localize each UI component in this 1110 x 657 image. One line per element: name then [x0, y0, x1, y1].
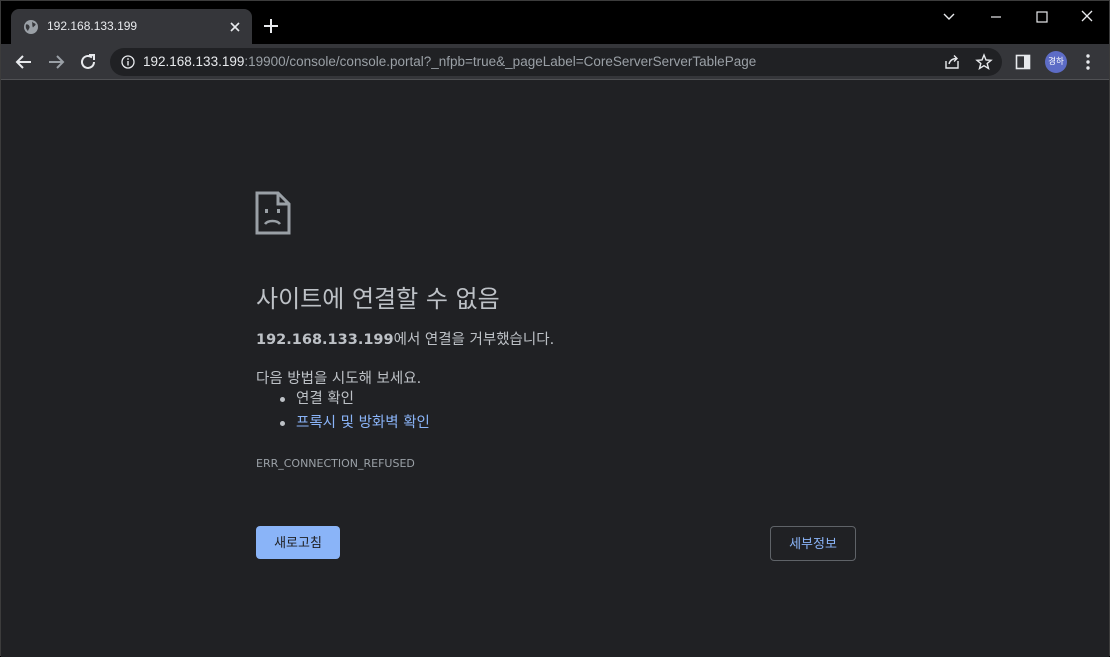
error-title: 사이트에 연결할 수 없음 [256, 285, 500, 313]
suggestion-check-proxy-firewall[interactable]: 프록시 및 방화벽 확인 [256, 413, 430, 437]
tab-active[interactable]: 192.168.133.199 [11, 9, 252, 44]
reload-icon[interactable] [77, 51, 99, 73]
address-bar[interactable]: 192.168.133.199:19900/console/console.po… [110, 48, 1002, 76]
url-text[interactable]: 192.168.133.199:19900/console/console.po… [143, 54, 756, 69]
profile-avatar[interactable]: 경하 [1045, 51, 1067, 73]
sad-document-icon [255, 191, 291, 235]
tab-strip: 192.168.133.199 [1, 1, 1109, 44]
url-host: 192.168.133.199 [143, 54, 245, 69]
new-tab-icon[interactable] [261, 16, 281, 36]
reload-button[interactable]: 새로고침 [256, 526, 340, 559]
error-code: ERR_CONNECTION_REFUSED [256, 457, 415, 470]
suggestions-list: 연결 확인 프록시 및 방화벽 확인 [256, 389, 430, 437]
side-panel-icon[interactable] [1015, 54, 1031, 70]
url-path: :19900/console/console.portal?_nfpb=true… [244, 54, 757, 69]
error-page: 사이트에 연결할 수 없음 192.168.133.199에서 연결을 거부했습… [1, 81, 1109, 657]
minimize-icon[interactable] [984, 7, 1008, 27]
more-menu-icon[interactable] [1081, 53, 1095, 71]
forward-icon[interactable] [45, 51, 67, 73]
close-window-icon[interactable] [1075, 7, 1099, 27]
close-tab-icon[interactable] [226, 18, 244, 36]
suggestion-check-connection: 연결 확인 [256, 389, 430, 413]
browser-window: 192.168.133.199 192.168.133.199:19900/co… [0, 0, 1110, 657]
share-icon[interactable] [943, 53, 961, 71]
back-icon[interactable] [13, 51, 35, 73]
proxy-firewall-link[interactable]: 프록시 및 방화벽 확인 [296, 415, 430, 431]
toolbar: 192.168.133.199:19900/console/console.po… [1, 44, 1109, 80]
bookmark-star-icon[interactable] [975, 53, 993, 71]
maximize-icon[interactable] [1030, 7, 1054, 27]
details-button[interactable]: 세부정보 [770, 526, 856, 561]
error-description-text: 에서 연결을 거부했습니다. [393, 332, 555, 348]
tab-search-icon[interactable] [937, 7, 961, 27]
suggestions-heading: 다음 방법을 시도해 보세요. [256, 371, 422, 387]
info-icon[interactable] [121, 55, 135, 69]
globe-icon [24, 20, 38, 34]
error-description: 192.168.133.199에서 연결을 거부했습니다. [256, 328, 554, 349]
error-host: 192.168.133.199 [256, 332, 394, 348]
tab-title: 192.168.133.199 [47, 19, 138, 33]
